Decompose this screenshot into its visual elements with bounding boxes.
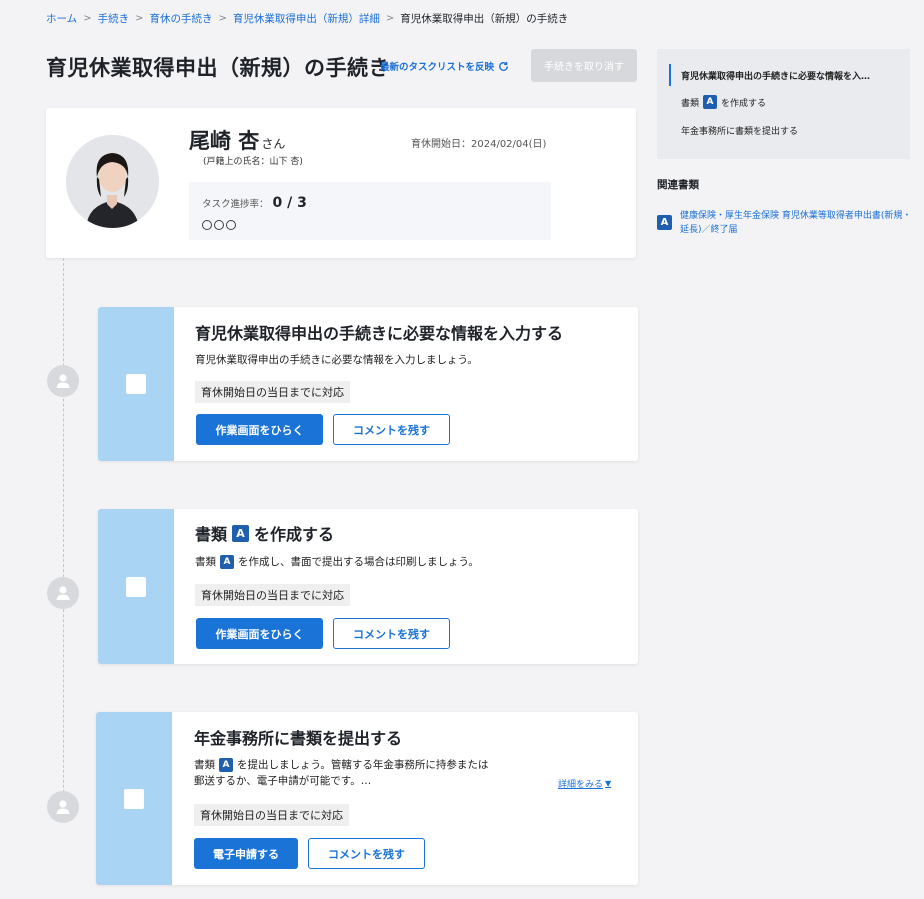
breadcrumb-current: 育児休業取得申出（新規）の手続き xyxy=(400,13,569,25)
legal-name: (戸籍上の氏名：山下 杏) xyxy=(203,157,303,167)
avatar xyxy=(66,135,159,228)
person-icon xyxy=(47,577,79,609)
active-step-indicator xyxy=(669,64,671,86)
breadcrumb-procedures[interactable]: 手続き xyxy=(98,11,130,26)
progress-caption: タスク進捗率： xyxy=(202,199,269,210)
task-card-input-info: 育児休業取得申出の手続きに必要な情報を入力する 育児休業取得申出の手続きに必要な… xyxy=(98,307,638,461)
breadcrumb-childcare-procedures[interactable]: 育休の手続き xyxy=(149,11,212,26)
step-item-submit-document[interactable]: 年金事務所に書類を提出する xyxy=(681,124,798,137)
show-details-label: 詳細をみる xyxy=(558,780,604,790)
document-badge: A xyxy=(220,555,234,569)
document-badge: A xyxy=(703,95,718,109)
task-title: 育児休業取得申出の手続きに必要な情報を入力する xyxy=(195,324,564,343)
progress-dot xyxy=(202,220,212,230)
document-badge: A xyxy=(219,758,233,772)
progress-dot xyxy=(214,220,224,230)
deadline-badge: 育休開始日の当日までに対応 xyxy=(195,381,350,403)
page-title: 育児休業取得申出（新規）の手続き xyxy=(46,56,390,80)
timeline-line xyxy=(63,258,64,818)
task-checkbox[interactable] xyxy=(126,374,146,394)
step-item-create-document[interactable]: 書類 A を作成する xyxy=(681,95,766,109)
breadcrumb-home[interactable]: ホーム xyxy=(46,11,77,26)
task-desc-line-1: 書類 A を提出しましょう。管轄する年金事務所に持参または xyxy=(194,757,488,773)
progress-value: 0 / 3 xyxy=(272,195,307,211)
task-status-strip xyxy=(98,307,174,461)
task-desc-prefix: 書類 xyxy=(194,759,215,771)
task-desc-line-1-suffix: を提出しましょう。管轄する年金事務所に持参または xyxy=(237,759,489,771)
task-checkbox[interactable] xyxy=(124,788,144,809)
leave-comment-button[interactable]: コメントを残す xyxy=(308,838,425,869)
task-checkbox[interactable] xyxy=(126,576,146,597)
step-item-input-info[interactable]: 育児休業取得申出の手続きに必要な情報を入… xyxy=(681,69,870,82)
cancel-procedure-button[interactable]: 手続きを取り消す xyxy=(531,49,637,82)
open-workspace-button[interactable]: 作業画面をひらく xyxy=(196,618,323,649)
employee-profile-card: 尾崎 杏さん (戸籍上の氏名：山下 杏) 育休開始日：2024/02/04(日)… xyxy=(46,108,636,258)
open-workspace-button[interactable]: 作業画面をひらく xyxy=(196,414,323,445)
task-desc-prefix: 書類 xyxy=(195,556,216,568)
document-badge: A xyxy=(657,215,672,230)
e-application-button[interactable]: 電子申請する xyxy=(194,838,298,869)
task-desc-suffix: を作成し、書面で提出する場合は印刷しましょう。 xyxy=(238,556,479,568)
progress-label: タスク進捗率： 0 / 3 xyxy=(202,195,307,211)
task-title: 年金事務所に書類を提出する xyxy=(194,729,403,748)
breadcrumb-separator: > xyxy=(218,13,227,24)
task-title-suffix: を作成する xyxy=(254,525,335,544)
document-badge: A xyxy=(232,524,250,542)
refresh-icon xyxy=(499,61,508,71)
related-document-link[interactable]: 健康保険・厚生年金保険 育児休業等取得者申出書(新規・延長)／終了届 xyxy=(680,209,920,237)
task-desc-line-2: 郵送するか、電子申請が可能です。… xyxy=(194,775,372,787)
task-status-strip xyxy=(96,712,172,885)
task-title-prefix: 書類 xyxy=(195,525,228,544)
task-description: 育児休業取得申出の手続きに必要な情報を入力しましょう。 xyxy=(195,354,478,366)
breadcrumb-separator: > xyxy=(385,13,395,24)
caret-down-icon: ▼ xyxy=(605,779,612,788)
deadline-badge: 育休開始日の当日までに対応 xyxy=(195,584,350,606)
leave-start-date: 育休開始日：2024/02/04(日) xyxy=(411,139,547,150)
breadcrumb: ホーム > 手続き > 育休の手続き > 育児休業取得申出（新規）詳細 > 育児… xyxy=(46,11,568,26)
leave-comment-button[interactable]: コメントを残す xyxy=(333,414,450,445)
honorific: さん xyxy=(261,137,286,151)
related-documents-heading: 関連書類 xyxy=(657,179,699,191)
task-step-list: 育児休業取得申出の手続きに必要な情報を入… 書類 A を作成する 年金事務所に書… xyxy=(657,49,910,159)
person-icon xyxy=(47,791,79,823)
task-card-create-document: 書類 A を作成する 書類 A を作成し、書面で提出する場合は印刷しましょう。 … xyxy=(98,509,638,664)
progress-dot xyxy=(226,220,236,230)
employee-name: 尾崎 杏さん xyxy=(189,125,285,155)
breadcrumb-separator: > xyxy=(83,13,92,24)
show-details-link[interactable]: 詳細をみる ▼ xyxy=(558,777,611,790)
person-icon xyxy=(47,365,79,397)
step-prefix: 書類 xyxy=(681,98,700,109)
task-description: 書類 A を提出しましょう。管轄する年金事務所に持参または 郵送するか、電子申請… xyxy=(194,757,488,789)
related-document-item: A 健康保険・厚生年金保険 育児休業等取得者申出書(新規・延長)／終了届 xyxy=(657,209,920,237)
progress-dots xyxy=(202,220,236,230)
avatar-photo xyxy=(66,135,159,228)
refresh-tasklist-label: 最新のタスクリストを反映 xyxy=(380,62,495,73)
step-suffix: を作成する xyxy=(721,98,767,109)
deadline-badge: 育休開始日の当日までに対応 xyxy=(194,804,349,826)
task-description: 書類 A を作成し、書面で提出する場合は印刷しましょう。 xyxy=(195,554,479,570)
task-title: 書類 A を作成する xyxy=(195,521,334,545)
breadcrumb-separator: > xyxy=(135,13,144,24)
task-status-strip xyxy=(98,509,174,664)
task-progress: タスク進捗率： 0 / 3 xyxy=(189,182,551,240)
refresh-tasklist-link[interactable]: 最新のタスクリストを反映 xyxy=(380,59,509,73)
breadcrumb-request-detail[interactable]: 育児休業取得申出（新規）詳細 xyxy=(233,11,380,26)
leave-comment-button[interactable]: コメントを残す xyxy=(333,618,450,649)
task-card-submit-document: 年金事務所に書類を提出する 書類 A を提出しましょう。管轄する年金事務所に持参… xyxy=(96,712,638,885)
employee-name-text: 尾崎 杏 xyxy=(189,129,260,153)
